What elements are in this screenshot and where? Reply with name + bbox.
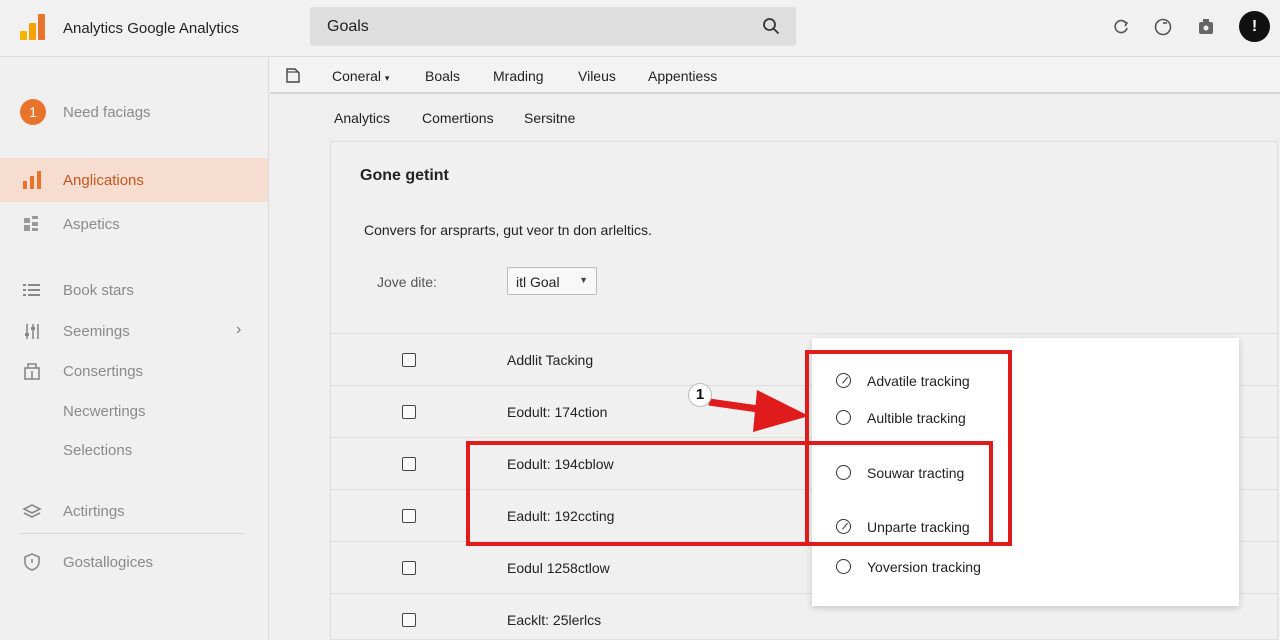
sidebar-item-aspetics[interactable]: Aspetics (0, 202, 268, 246)
grid-chart-icon (24, 216, 38, 231)
highlight-box-rows (466, 441, 993, 546)
tab-appentiess[interactable]: Appentiess (648, 68, 717, 84)
list-icon (23, 284, 40, 296)
app-title: Analytics Google Analytics (63, 20, 239, 37)
sidebar: 1 Need faciags Anglications Aspetics Boo… (0, 57, 269, 640)
card-title: Gone getint (360, 167, 449, 184)
sub-tab-bar: Analytics Comertions Sersitne (270, 96, 1280, 140)
sidebar-item-label: Necwertings (63, 403, 146, 420)
search-icon[interactable] (762, 17, 780, 35)
goal-type-label: Jove dite: (377, 274, 437, 290)
layers-icon (22, 504, 42, 518)
sidebar-item-anglications[interactable]: Anglications (0, 158, 268, 202)
sidebar-item-necwertings[interactable]: Necwertings (0, 389, 268, 433)
sidebar-item-seemings[interactable]: Seemings › (0, 309, 268, 353)
row-checkbox[interactable] (402, 353, 416, 367)
tab-bar: Coneral ▾ Boals Mrading Vileus Appenties… (270, 57, 1280, 94)
tab-coneral[interactable]: Coneral ▾ (332, 68, 389, 84)
sidebar-item-label: Actirtings (63, 503, 125, 520)
sidebar-item-gostallogices[interactable]: Gostallogices (0, 540, 268, 584)
card-description: Convers for arsprarts, gut veor tn don a… (364, 222, 652, 238)
sidebar-item-selections[interactable]: Selections (0, 428, 268, 472)
red-arrow-icon (708, 390, 809, 432)
tab-mrading[interactable]: Mrading (493, 68, 544, 84)
tracking-option[interactable]: Yoversion tracking (836, 556, 1136, 578)
search-input[interactable]: Goals (327, 18, 369, 36)
sidebar-item-label: Aspetics (63, 216, 120, 233)
subtab-comertions[interactable]: Comertions (422, 110, 494, 126)
sidebar-item-book-stars[interactable]: Book stars (0, 268, 268, 312)
row-checkbox[interactable] (402, 457, 416, 471)
building-icon (24, 363, 40, 380)
sidebar-item-label: Need faciags (63, 104, 151, 121)
row-checkbox[interactable] (402, 405, 416, 419)
subtab-sersitne[interactable]: Sersitne (524, 110, 575, 126)
help-icon[interactable] (1152, 16, 1174, 38)
sidebar-item-consertings[interactable]: Consertings (0, 349, 268, 393)
sidebar-item-label: Seemings (63, 323, 130, 340)
shield-icon (24, 553, 40, 571)
sidebar-item-label: Anglications (63, 172, 144, 189)
file-icon[interactable] (286, 68, 300, 83)
option-label: Yoversion tracking (867, 559, 981, 575)
callout-number: 1 (688, 383, 712, 407)
analytics-logo-icon (18, 14, 48, 40)
subtab-analytics[interactable]: Analytics (334, 110, 390, 126)
row-label: Eodul 1258ctlow (507, 560, 610, 576)
chevron-right-icon: › (236, 321, 242, 338)
sidebar-item-label: Book stars (63, 282, 134, 299)
settings-icon[interactable] (1195, 16, 1217, 38)
caret-down-icon: ▼ (579, 275, 588, 285)
sidebar-item-need-faciags[interactable]: 1 Need faciags (0, 90, 268, 134)
sliders-icon (25, 324, 39, 339)
account-avatar[interactable]: ! (1239, 11, 1270, 42)
row-label: Eacklt: 25lerlcs (507, 612, 602, 628)
bar-chart-icon (23, 171, 41, 189)
sidebar-item-actirtings[interactable]: Actirtings (0, 489, 268, 533)
sidebar-item-label: Selections (63, 442, 133, 459)
refresh-icon[interactable] (1110, 16, 1132, 38)
tab-boals[interactable]: Boals (425, 68, 460, 84)
row-checkbox[interactable] (402, 561, 416, 575)
row-label: Eodult: 174ction (507, 404, 608, 420)
search-bar[interactable]: Goals (310, 7, 796, 46)
top-bar: Analytics Google Analytics Goals ! (0, 0, 1280, 57)
goal-type-select[interactable]: itl Goal ▼ (507, 267, 597, 295)
row-checkbox[interactable] (402, 509, 416, 523)
sidebar-item-label: Consertings (63, 363, 144, 380)
tab-vileus[interactable]: Vileus (578, 68, 616, 84)
sidebar-item-label: Gostallogices (63, 554, 154, 571)
notification-badge: 1 (20, 99, 46, 125)
row-label: Addlit Tacking (507, 352, 594, 368)
radio-icon[interactable] (836, 559, 851, 574)
sidebar-divider (20, 533, 244, 534)
row-checkbox[interactable] (402, 613, 416, 627)
goal-type-value: itl Goal (516, 274, 560, 290)
